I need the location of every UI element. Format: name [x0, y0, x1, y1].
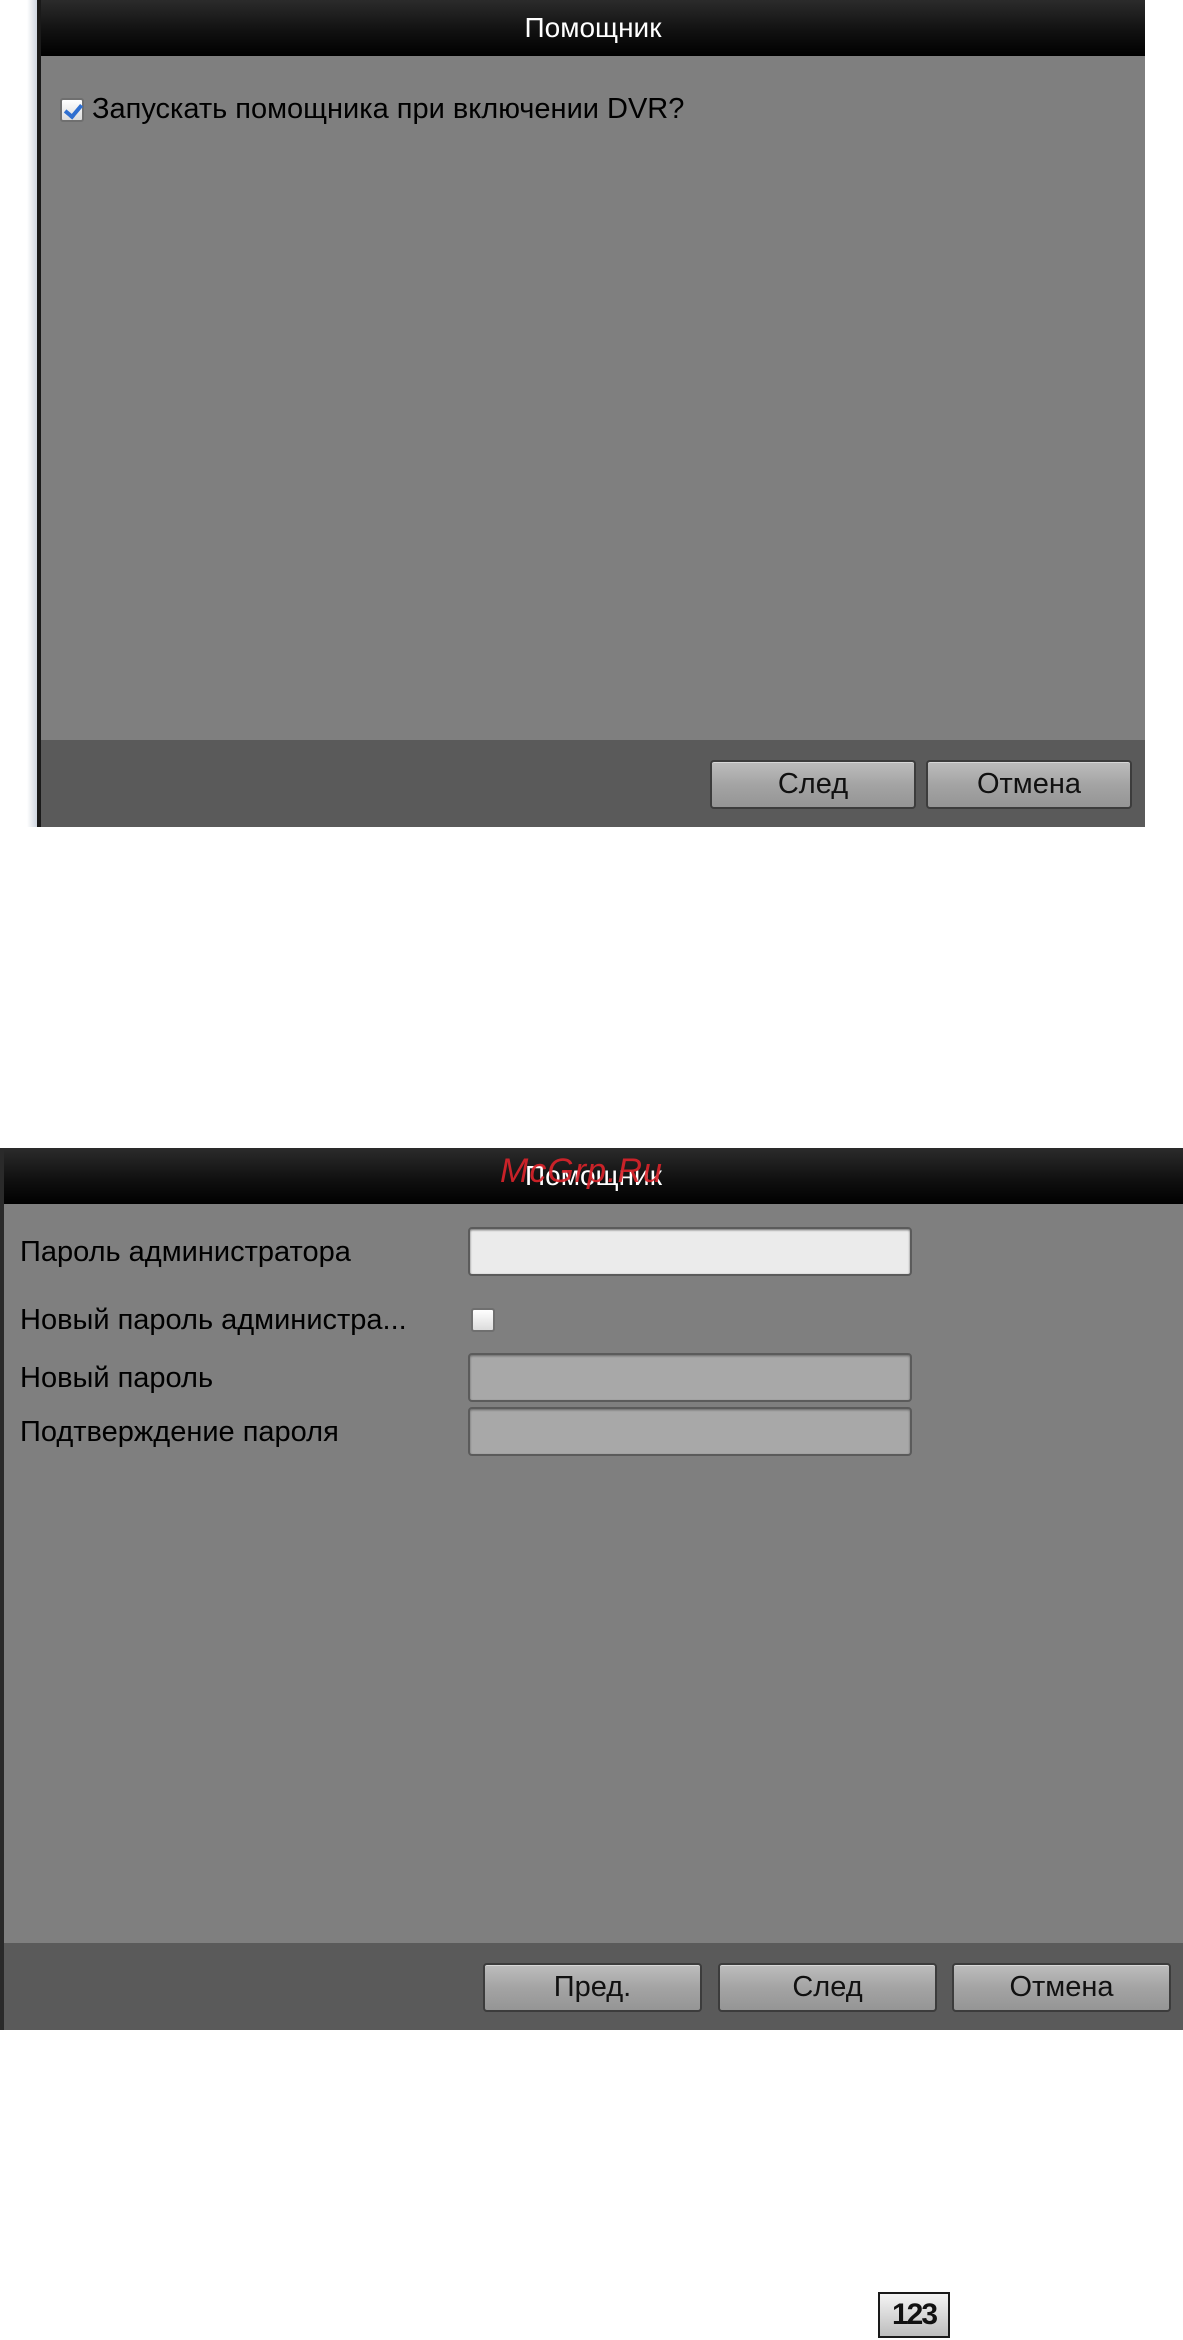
next-button[interactable]: След [718, 1963, 937, 2012]
numeric-input-icon-text: 123 [891, 2298, 938, 2331]
new-admin-password-label: Новый пароль администра... [20, 1304, 407, 1336]
confirm-password-label: Подтверждение пароля [20, 1416, 339, 1448]
dialog-title: Помощник [41, 0, 1145, 56]
prev-button[interactable]: Пред. [483, 1963, 702, 2012]
cancel-button[interactable]: Отмена [952, 1963, 1171, 2012]
admin-password-label: Пароль администратора [20, 1236, 351, 1268]
wizard-dialog-startup: Помощник Запускать помощника при включен… [27, 0, 1145, 827]
startup-wizard-checkbox[interactable] [60, 98, 84, 122]
watermark-text: McGrp.Ru [500, 1152, 663, 1190]
cancel-button[interactable]: Отмена [926, 760, 1132, 809]
confirm-password-input[interactable] [468, 1407, 912, 1456]
admin-password-input[interactable] [468, 1227, 912, 1276]
startup-wizard-label: Запускать помощника при включении DVR? [92, 93, 685, 125]
next-button[interactable]: След [710, 760, 916, 809]
dialog-footer: След Отмена [41, 740, 1145, 827]
window-edge-shade [27, 0, 37, 827]
wizard-dialog-password: Помощник Пароль администратора Новый пар… [0, 1148, 1183, 2030]
new-password-input[interactable] [468, 1353, 912, 1402]
new-admin-password-checkbox[interactable] [471, 1308, 495, 1332]
new-password-label: Новый пароль [20, 1362, 214, 1394]
numeric-input-icon: 123 [878, 2292, 950, 2338]
dialog-footer: Пред. След Отмена [4, 1943, 1183, 2030]
dialog-title-text: Помощник [524, 12, 662, 43]
